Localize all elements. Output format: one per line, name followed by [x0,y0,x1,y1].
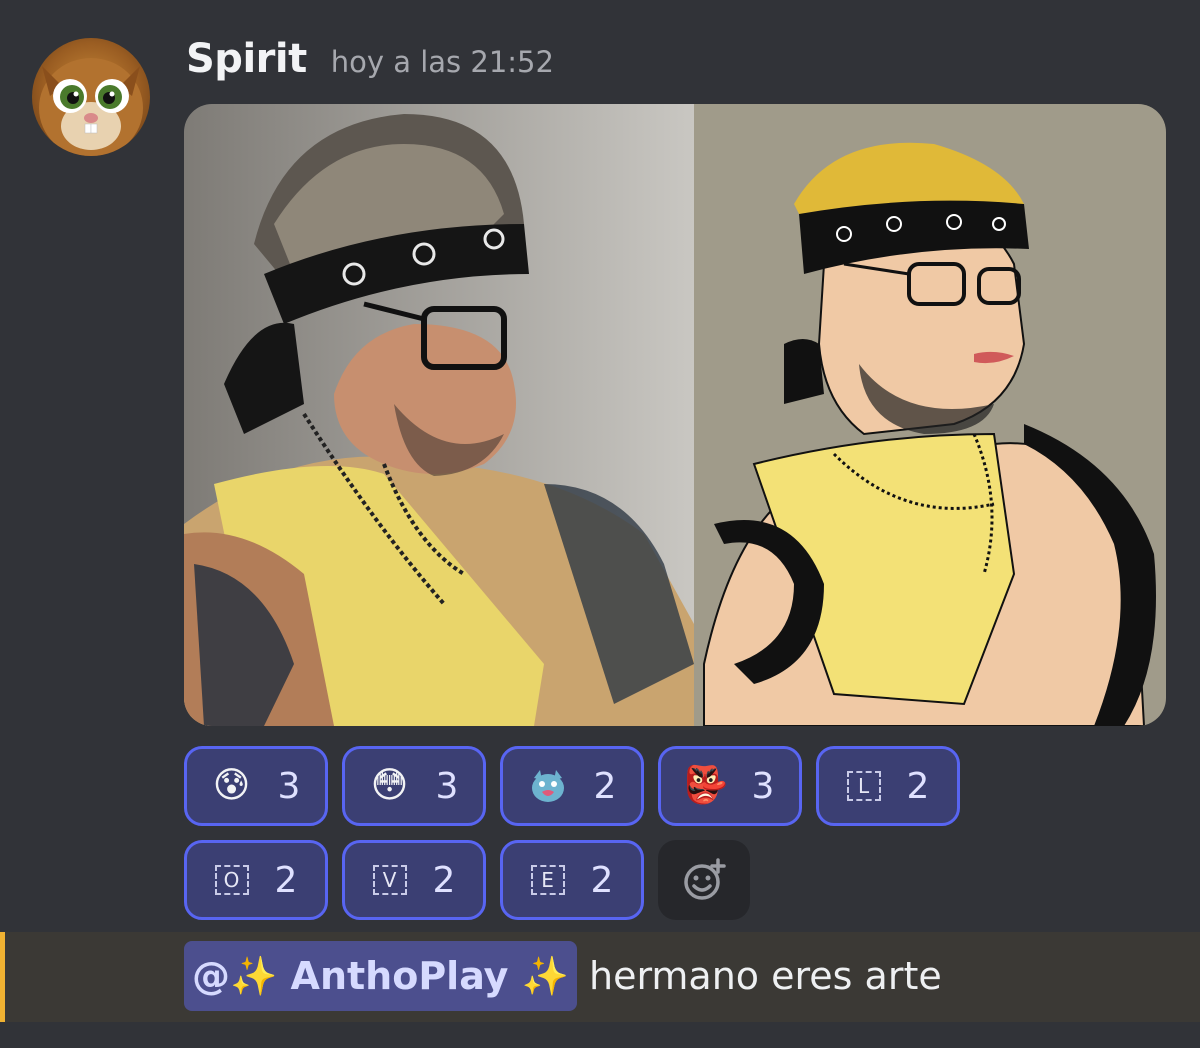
flushed-face-emoji-icon: 😳 [370,765,409,806]
reaction-cat-heart[interactable]: 2 [500,746,644,826]
reaction-count: 2 [432,859,456,901]
reaction-count: 2 [590,859,614,901]
message-content: @✨ AnthoPlay ✨ hermano eres arte [184,940,942,1012]
letter-e-emoji-icon: E [530,865,565,895]
reaction-count: 3 [751,765,775,807]
reaction-letter-o[interactable]: O 2 [184,840,328,920]
avatar[interactable] [32,38,150,156]
image-attachment[interactable] [184,104,1166,726]
letter-o-emoji-icon: O [214,865,249,895]
discord-message: Spirit hoy a las 21:52 😰 3 😳 3 2 👺 3 L 2… [0,0,1200,1048]
custom-cat-heart-emoji-icon [528,766,568,806]
reaction-letter-e[interactable]: E 2 [500,840,644,920]
anxious-face-emoji-icon: 😰 [212,765,251,806]
add-reaction-button[interactable] [658,840,750,920]
attachment-photo [184,104,694,726]
message-text: hermano eres arte [589,954,942,998]
reaction-count: 2 [274,859,298,901]
message-timestamp: hoy a las 21:52 [330,45,554,79]
attachment-drawing [694,104,1166,726]
letter-l-emoji-icon: L [846,771,881,801]
reaction-count: 2 [906,765,930,807]
letter-v-emoji-icon: V [372,865,407,895]
reaction-anxious-face[interactable]: 😰 3 [184,746,328,826]
goblin-mask-emoji-icon: 👺 [683,765,728,806]
reaction-letter-l[interactable]: L 2 [816,746,960,826]
drawing-image [694,104,1166,726]
author-username[interactable]: Spirit [186,36,307,82]
photo-image [184,104,694,726]
message-header: Spirit hoy a las 21:52 [186,36,554,82]
add-reaction-icon [684,858,726,900]
user-mention[interactable]: @✨ AnthoPlay ✨ [184,941,577,1011]
reaction-flushed-face[interactable]: 😳 3 [342,746,486,826]
reaction-letter-v[interactable]: V 2 [342,840,486,920]
reaction-count: 2 [593,765,617,807]
reaction-count: 3 [435,765,459,807]
reactions-bar: 😰 3 😳 3 2 👺 3 L 2 O 2 V 2 E 2 [184,746,1114,920]
reaction-goblin-mask[interactable]: 👺 3 [658,746,802,826]
cartoon-cat-avatar-icon [39,58,143,156]
mention-highlight-bar [0,932,5,1022]
reaction-count: 3 [277,765,301,807]
